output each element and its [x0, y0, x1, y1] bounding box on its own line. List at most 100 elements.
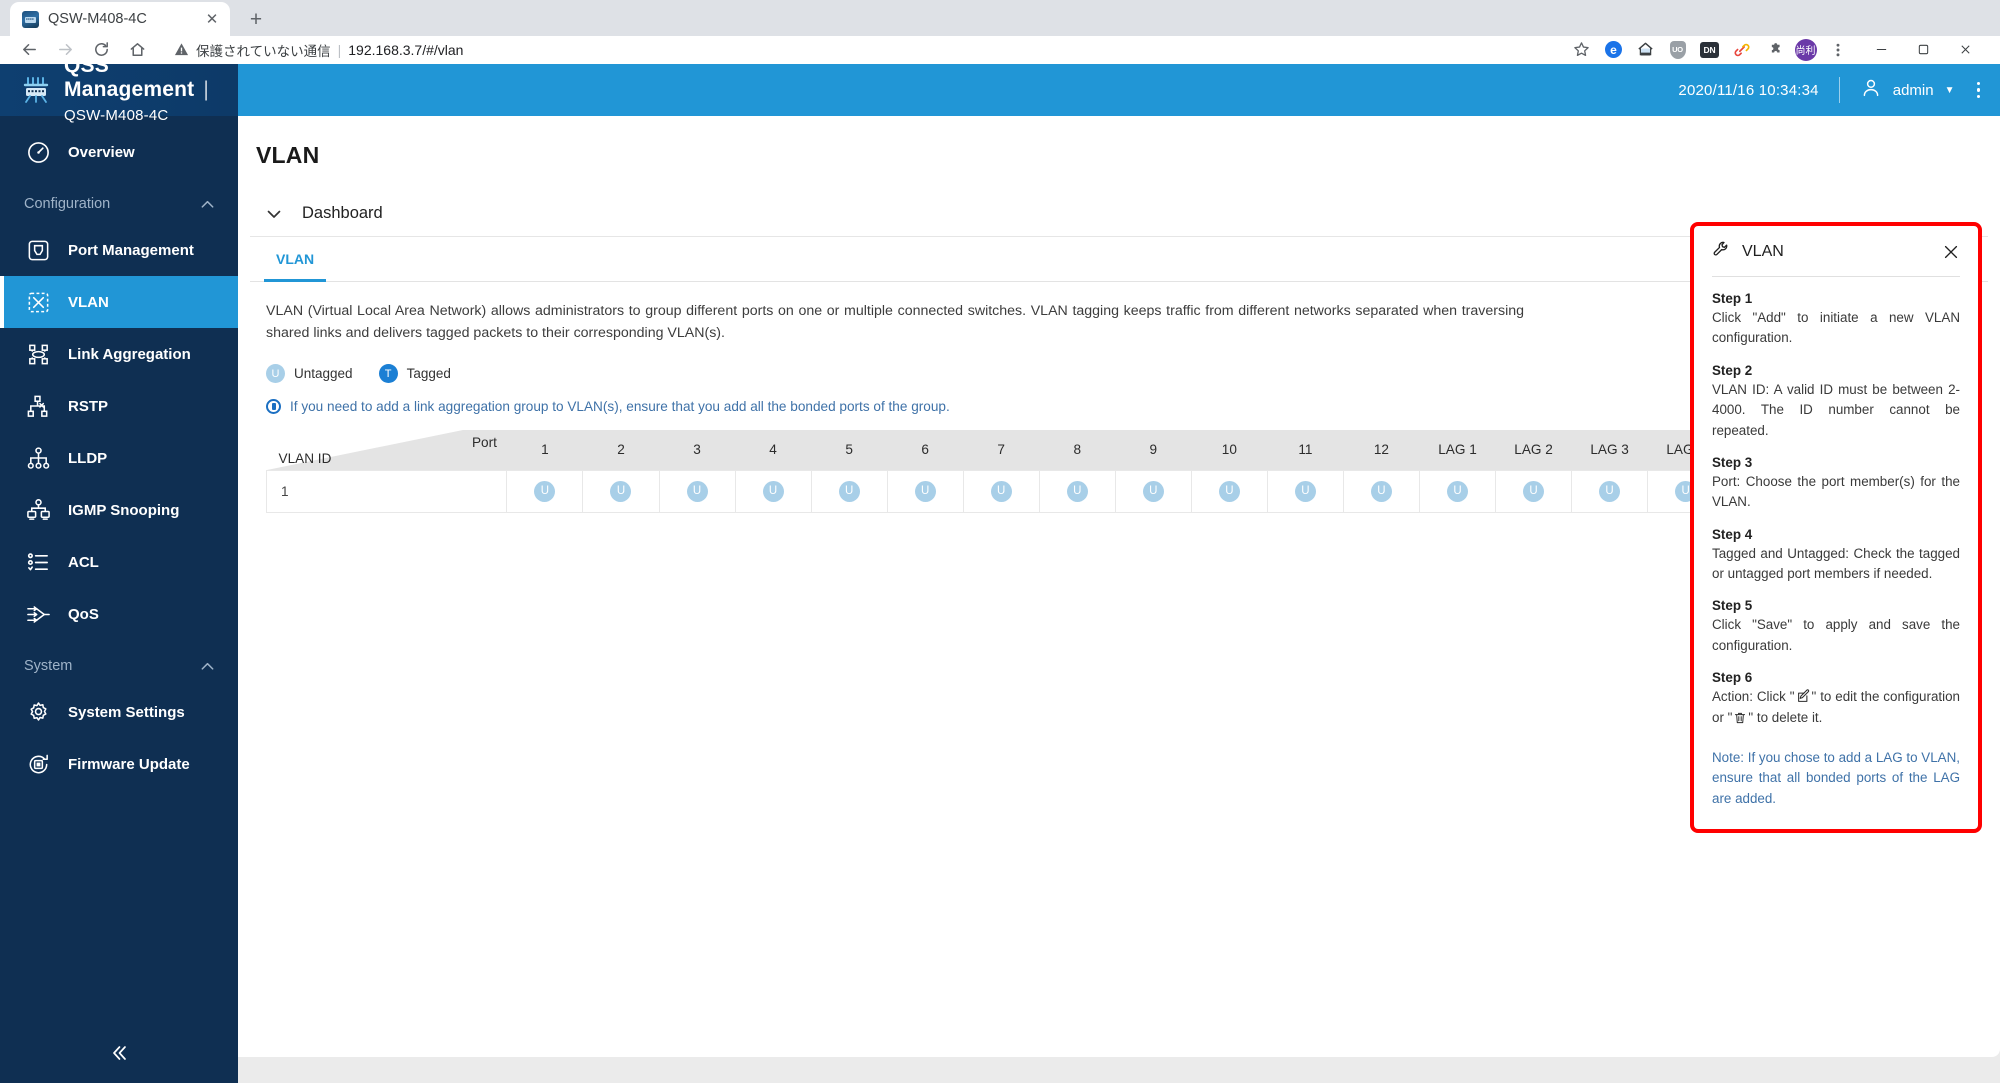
sidebar-item-firmware-update[interactable]: Firmware Update	[0, 738, 238, 790]
browser-tab[interactable]: QSW-M408-4C ✕	[10, 2, 230, 36]
cell-port-4[interactable]: U	[734, 469, 812, 513]
help-step-body: Click "Add" to initiate a new VLAN confi…	[1712, 310, 1960, 346]
chevron-up-icon	[199, 196, 216, 213]
help-step-title: Step 5	[1712, 598, 1753, 614]
col-header-7: 7	[963, 430, 1040, 470]
brand-header: QSS Management | QSW-M408-4C	[0, 54, 238, 124]
col-header-2: 2	[582, 430, 659, 470]
igmp-snooping-icon	[24, 496, 52, 524]
cell-port-12[interactable]: U	[1342, 469, 1420, 513]
browser-toolbar: 保護されていない通信 | 192.168.3.7/#/vlan e UO DN …	[0, 36, 2000, 64]
extension-shield-icon[interactable]: UO	[1665, 37, 1690, 62]
sidebar: QSS Management | QSW-M408-4C Overview Co…	[0, 54, 238, 1083]
brand-divider: |	[203, 78, 210, 101]
port-badge: U	[1370, 480, 1392, 502]
sidebar-group-system[interactable]: System	[0, 646, 238, 686]
sidebar-item-igmp-snooping[interactable]: IGMP Snooping	[0, 484, 238, 536]
cell-vlan-id: 1	[265, 469, 508, 513]
extension-house-icon[interactable]	[1633, 37, 1658, 62]
acl-list-icon	[24, 548, 52, 576]
ethernet-port-icon	[24, 236, 52, 264]
lag-note-text: If you need to add a link aggregation gr…	[290, 399, 950, 414]
browser-tabstrip: QSW-M408-4C ✕ +	[0, 0, 2000, 36]
profile-avatar-icon[interactable]: 尚利	[1793, 37, 1818, 62]
col-header-lag-3: LAG 3	[1571, 430, 1648, 470]
port-badge: U	[1523, 480, 1545, 502]
port-badge: U	[1066, 480, 1088, 502]
help-step6-suffix: " to delete it.	[1748, 709, 1823, 725]
cell-port-8[interactable]: U	[1038, 469, 1116, 513]
cell-port-5[interactable]: U	[810, 469, 888, 513]
vlan-icon	[24, 288, 52, 316]
sidebar-item-link-aggregation[interactable]: Link Aggregation	[0, 328, 238, 380]
cell-lag-1[interactable]: U	[1418, 469, 1497, 513]
close-icon[interactable]	[1942, 243, 1960, 261]
extensions-puzzle-icon[interactable]	[1761, 37, 1786, 62]
cell-port-2[interactable]: U	[582, 469, 660, 513]
cell-port-11[interactable]: U	[1266, 469, 1344, 513]
arrow-left-icon[interactable]	[14, 37, 44, 63]
minimize-button[interactable]	[1860, 35, 1902, 65]
close-icon[interactable]: ✕	[202, 9, 222, 29]
extension-e-icon[interactable]: e	[1601, 37, 1626, 62]
untagged-badge: U	[266, 364, 285, 383]
sidebar-item-label: Port Management	[68, 241, 194, 259]
legend-untagged: U Untagged	[266, 364, 353, 383]
help-step-title: Step 2	[1712, 362, 1753, 378]
help-panel-header: VLAN	[1712, 240, 1960, 276]
extension-link-icon[interactable]	[1729, 37, 1754, 62]
kebab-menu-icon[interactable]	[1976, 81, 1980, 99]
maximize-button[interactable]	[1902, 35, 1944, 65]
help-step-title: Step 1	[1712, 291, 1753, 306]
new-tab-button[interactable]: +	[242, 5, 270, 33]
cell-port-7[interactable]: U	[962, 469, 1040, 513]
col-header-lag-1: LAG 1	[1419, 430, 1496, 470]
sidebar-item-lldp[interactable]: LLDP	[0, 432, 238, 484]
sidebar-item-overview[interactable]: Overview	[0, 126, 238, 178]
help-step-title: Step 4	[1712, 526, 1753, 542]
sidebar-item-label: Overview	[68, 143, 135, 161]
legend-tagged: T Tagged	[378, 364, 451, 383]
browser-menu-icon[interactable]	[1825, 37, 1850, 62]
cell-lag-3[interactable]: U	[1571, 469, 1649, 513]
address-bar[interactable]: 保護されていない通信 | 192.168.3.7/#/vlan	[168, 38, 1555, 62]
sidebar-item-system-settings[interactable]: System Settings	[0, 686, 238, 738]
avatar-initials: 尚利	[1794, 38, 1817, 61]
cell-lag-2[interactable]: U	[1495, 469, 1573, 513]
sidebar-group-configuration[interactable]: Configuration	[0, 184, 238, 224]
sidebar-item-rstp[interactable]: RSTP	[0, 380, 238, 432]
sidebar-item-vlan[interactable]: VLAN	[0, 276, 238, 328]
sidebar-collapse-button[interactable]	[0, 1025, 238, 1083]
cell-port-1[interactable]: U	[506, 469, 584, 513]
sidebar-item-port-management[interactable]: Port Management	[0, 224, 238, 276]
col-header-11: 11	[1267, 430, 1344, 470]
col-header-9: 9	[1115, 430, 1192, 470]
help-step-body: Port: Choose the port member(s) for the …	[1712, 473, 1960, 510]
sidebar-item-acl[interactable]: ACL	[0, 536, 238, 588]
qos-icon	[24, 600, 52, 628]
close-window-button[interactable]	[1944, 35, 1986, 65]
tab-vlan[interactable]: VLAN	[264, 237, 327, 282]
url-text: 192.168.3.7/#/vlan	[348, 41, 464, 58]
tagged-badge: T	[378, 364, 398, 383]
port-badge: U	[1599, 480, 1621, 502]
browser-chrome: QSW-M408-4C ✕ + 保護されていない通信 | 192.168.3.7…	[0, 0, 2000, 64]
port-badge: U	[990, 480, 1012, 502]
extension-dn-icon[interactable]: DN	[1697, 37, 1722, 62]
cell-port-9[interactable]: U	[1114, 469, 1192, 513]
bookmark-star-icon[interactable]	[1569, 37, 1594, 62]
col-header-3: 3	[659, 430, 736, 470]
datetime-display: 2020/11/16 10:34:34	[1678, 81, 1819, 99]
help-panel-inner: VLAN Step 1 Click "Add" to initiate a ne…	[1694, 226, 1978, 829]
cell-port-3[interactable]: U	[658, 469, 736, 513]
cell-port-6[interactable]: U	[886, 469, 964, 513]
user-menu[interactable]: admin ▼	[1860, 77, 1955, 104]
sidebar-item-label: QoS	[68, 605, 99, 623]
cell-port-10[interactable]: U	[1190, 469, 1268, 513]
chevron-down-icon[interactable]	[264, 204, 284, 224]
port-badge: U	[1446, 480, 1468, 502]
sidebar-item-qos[interactable]: QoS	[0, 588, 238, 640]
trash-icon	[1733, 711, 1747, 725]
col-header-5: 5	[811, 430, 888, 470]
window-controls	[1860, 35, 1986, 65]
